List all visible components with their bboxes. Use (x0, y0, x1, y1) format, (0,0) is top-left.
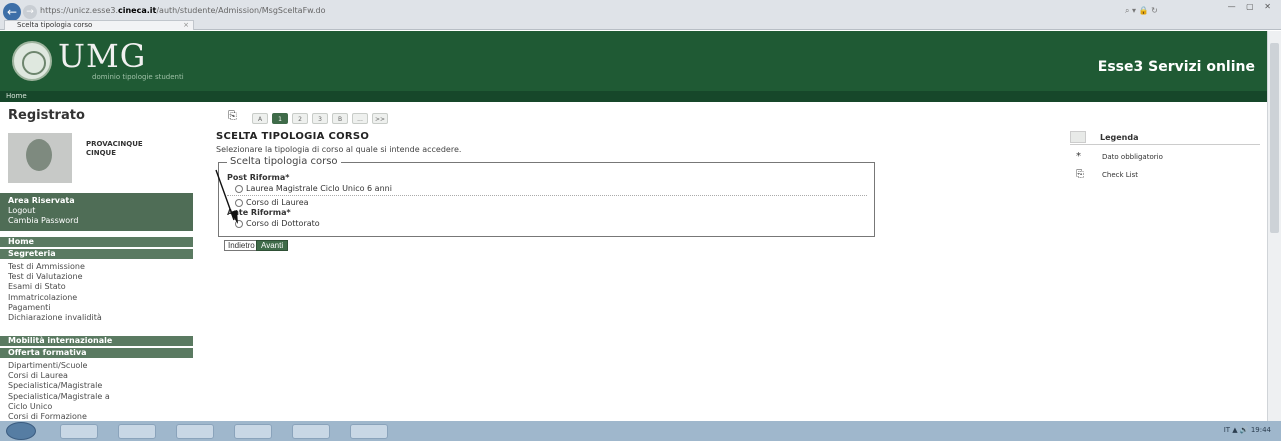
legend-row-checklist: ⎘ Check List (1070, 169, 1260, 181)
asterisk-icon: * (1076, 151, 1081, 162)
change-password-link[interactable]: Cambia Password (8, 216, 185, 226)
browser-toolbar: ← → https://unicz.esse3.cineca.it/auth/s… (0, 0, 1281, 30)
option-label-laurea-magistrale: Laurea Magistrale Ciclo Unico 6 anni (246, 184, 392, 193)
os-taskbar: IT ▲ 🔊 19:44 (0, 421, 1281, 441)
taskbar-app-5-icon[interactable] (292, 424, 330, 439)
user-name: PROVACINQUE CINQUE (86, 140, 143, 158)
taskbar-browser-icon[interactable] (234, 424, 272, 439)
menu-item-specialistica-ciclo[interactable]: Specialistica/Magistrale a (8, 392, 193, 402)
pager-ellipsis[interactable]: ... (352, 113, 368, 124)
user-name-line1: PROVACINQUE (86, 140, 143, 148)
legend-icon (1070, 131, 1086, 143)
option-corso-dottorato[interactable]: Corso di Dottorato (235, 219, 320, 228)
menu-item-test-ammissione[interactable]: Test di Ammissione (8, 262, 193, 272)
tab-close-icon[interactable]: × (183, 21, 189, 30)
tab-title: Scelta tipologia corso (17, 21, 93, 29)
back-button[interactable]: Indietro (224, 240, 259, 251)
window-controls[interactable]: — ▢ ✕ (1228, 2, 1275, 11)
user-name-line2: CINQUE (86, 149, 117, 157)
legend-row-required: * Dato obbligatorio (1070, 151, 1260, 163)
scrollbar-thumb[interactable] (1270, 43, 1279, 233)
sidebar-title: Registrato (8, 108, 85, 123)
logo-text[interactable]: UMG (58, 37, 146, 75)
option-divider (227, 195, 867, 196)
checklist-legend-icon: ⎘ (1076, 169, 1084, 180)
back-icon[interactable]: ← (3, 3, 21, 21)
wizard-pager: A 1 2 3 B ... >> (252, 113, 388, 124)
fieldset-legend: Scelta tipologia corso (227, 156, 341, 167)
pager-next[interactable]: >> (372, 113, 388, 124)
start-button-icon[interactable] (6, 422, 36, 440)
menu-item-dichiarazione-invalidita[interactable]: Dichiarazione invalidità (8, 313, 193, 323)
address-path: /auth/studente/Admission/MsgSceltaFw.do (156, 6, 326, 15)
forward-icon[interactable]: → (23, 5, 37, 19)
legend-header: Legenda (1070, 131, 1260, 145)
menu-item-specialistica[interactable]: Specialistica/Magistrale (8, 381, 193, 391)
address-bar-controls[interactable]: ⌕ ▾ 🔒 ↻ (1125, 4, 1158, 18)
checklist-icon[interactable]: ⎘ (228, 110, 240, 122)
menu-heading-home[interactable]: Home (0, 237, 193, 247)
area-riservata-link[interactable]: Area Riservata (8, 196, 185, 206)
menu-item-corsi-laurea[interactable]: Corsi di Laurea (8, 371, 193, 381)
offerta-list: Dipartimenti/Scuole Corsi di Laurea Spec… (8, 361, 193, 422)
address-bar[interactable]: https://unicz.esse3.cineca.it/auth/stude… (40, 4, 420, 18)
option-label-corso-dottorato: Corso di Dottorato (246, 219, 320, 228)
pager-step-b[interactable]: B (332, 113, 348, 124)
address-domain: cineca.it (118, 6, 157, 15)
pager-step-3[interactable]: 3 (312, 113, 328, 124)
browser-tab[interactable]: Scelta tipologia corso × (4, 20, 194, 30)
university-seal-icon (12, 41, 52, 81)
menu-heading-mobilita[interactable]: Mobilità internazionale (0, 336, 193, 346)
legend-text-checklist: Check List (1102, 171, 1138, 179)
menu-item-esami-stato[interactable]: Esami di Stato (8, 282, 193, 292)
menu-item-immatricolazione[interactable]: Immatricolazione (8, 293, 193, 303)
service-title: Esse3 Servizi online (1097, 59, 1255, 75)
address-prefix: https://unicz.esse3. (40, 6, 118, 15)
pager-step-2[interactable]: 2 (292, 113, 308, 124)
taskbar-app-6-icon[interactable] (350, 424, 388, 439)
vertical-scrollbar[interactable] (1267, 31, 1281, 421)
annotation-arrow (215, 169, 238, 224)
menu-item-pagamenti[interactable]: Pagamenti (8, 303, 193, 313)
pager-step-1[interactable]: 1 (272, 113, 288, 124)
legend-title: Legenda (1100, 133, 1139, 142)
menu-heading-segreteria[interactable]: Segreteria (0, 249, 193, 259)
site-header: UMG dominio tipologie studenti Esse3 Ser… (0, 31, 1267, 91)
logout-link[interactable]: Logout (8, 206, 185, 216)
legend-text-required: Dato obbligatorio (1102, 153, 1163, 161)
menu-item-test-valutazione[interactable]: Test di Valutazione (8, 272, 193, 282)
option-corso-laurea[interactable]: Corso di Laurea (235, 198, 309, 207)
avatar (8, 133, 72, 183)
menu-item-ciclo-unico[interactable]: Ciclo Unico (8, 402, 193, 412)
taskbar-app-3-icon[interactable] (176, 424, 214, 439)
logo-subtitle: dominio tipologie studenti (92, 73, 184, 81)
menu-heading-offerta[interactable]: Offerta formativa (0, 348, 193, 358)
option-label-corso-laurea: Corso di Laurea (246, 198, 309, 207)
page-title: SCELTA TIPOLOGIA CORSO (216, 131, 370, 142)
taskbar-app-1-icon[interactable] (60, 424, 98, 439)
segreteria-list: Test di Ammissione Test di Valutazione E… (8, 262, 193, 323)
next-button[interactable]: Avanti (256, 240, 289, 251)
taskbar-app-2-icon[interactable] (118, 424, 156, 439)
option-laurea-magistrale[interactable]: Laurea Magistrale Ciclo Unico 6 anni (235, 184, 392, 193)
system-tray[interactable]: IT ▲ 🔊 19:44 (1224, 426, 1271, 434)
reserved-area-box: Area Riservata Logout Cambia Password (0, 193, 193, 231)
page-description: Selezionare la tipologia di corso al qua… (216, 145, 462, 154)
home-link[interactable]: Home (6, 91, 27, 102)
menu-item-dipartimenti[interactable]: Dipartimenti/Scuole (8, 361, 193, 371)
pager-step-a[interactable]: A (252, 113, 268, 124)
course-type-fieldset: Scelta tipologia corso Post Riforma* Lau… (218, 156, 875, 237)
top-nav-bar: Home (0, 91, 1267, 102)
